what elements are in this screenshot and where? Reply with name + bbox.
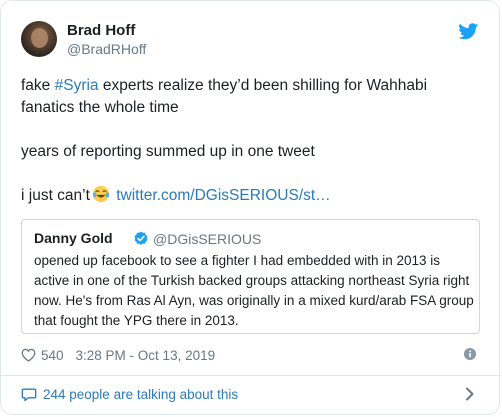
heart-icon[interactable] (21, 348, 36, 362)
twitter-bird-icon[interactable] (459, 23, 479, 40)
embedded-tweet-card: Brad Hoff @BradRHoff fake #Syria experts… (0, 0, 501, 415)
author-handle[interactable]: @BradRHoff (67, 41, 146, 57)
quoted-tweet-text: opened up facebook to see a fighter I ha… (34, 253, 474, 328)
chevron-right-icon[interactable] (465, 387, 475, 401)
tears-of-joy-emoji (92, 185, 110, 203)
speech-bubble-icon (21, 388, 37, 402)
tweet-line-3-prefix: i just can’t (21, 187, 90, 204)
tweet-timestamp[interactable]: 3:28 PM - Oct 13, 2019 (76, 348, 216, 363)
info-icon[interactable] (464, 348, 476, 360)
tweet-text: fake #Syria experts realize they’d been … (21, 75, 481, 207)
tweet-line-2: years of reporting summed up in one twee… (21, 143, 315, 160)
like-count[interactable]: 540 (41, 348, 64, 363)
quoted-author-name: Danny Gold (34, 230, 113, 246)
conversation-count-label: 244 people are talking about this (43, 387, 239, 402)
tweet-link[interactable]: twitter.com/DGisSERIOUS/st… (116, 187, 330, 204)
verified-badge-icon (134, 231, 148, 245)
divider (1, 375, 501, 376)
avatar[interactable] (21, 21, 57, 57)
tweet-meta: 540 3:28 PM - Oct 13, 2019 (21, 346, 215, 364)
conversation-link[interactable]: 244 people are talking about this (21, 387, 238, 402)
tweet-line-3: i just can’t twitter.com/DGisSERIOUS/st… (21, 185, 481, 207)
tweet-line-1-prefix: fake (21, 77, 55, 94)
author-name[interactable]: Brad Hoff (67, 22, 135, 39)
avatar-face (31, 28, 48, 48)
quoted-author-handle: @DGisSERIOUS (153, 231, 262, 247)
quoted-tweet[interactable]: Danny Gold @DGisSERIOUS opened up facebo… (21, 219, 480, 334)
hashtag-link[interactable]: #Syria (55, 77, 99, 94)
tweet-line-1: fake #Syria experts realize they’d been … (21, 75, 481, 119)
